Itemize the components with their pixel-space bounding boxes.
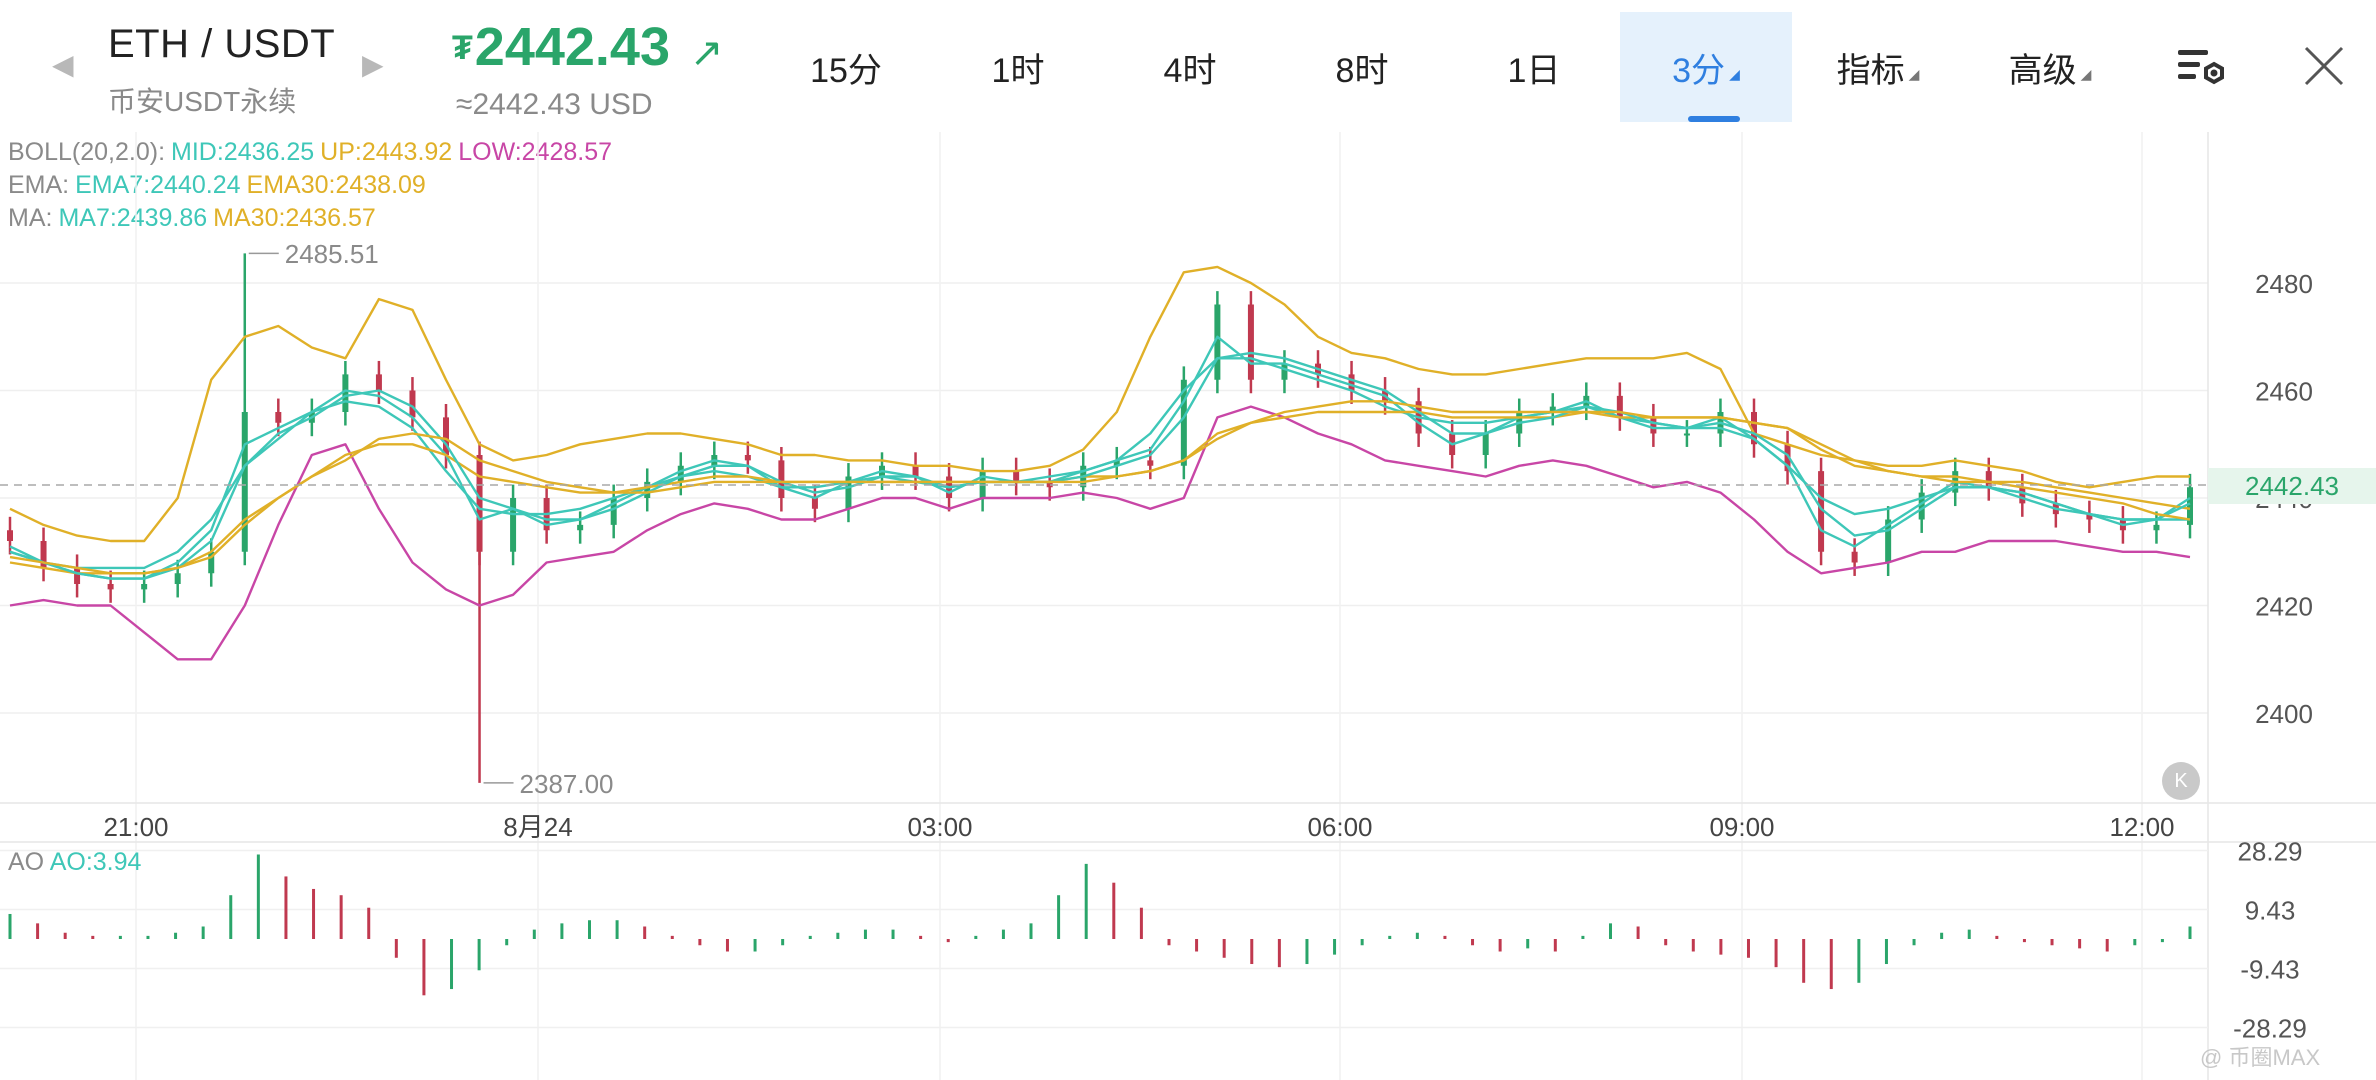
last-price: ₮2442.43 <box>452 16 670 78</box>
series-line-ma30 <box>9 400 2191 575</box>
candle-body <box>912 465 919 477</box>
market-name: 币安USDT永续 <box>108 86 297 117</box>
tab-label: 4时 <box>1163 51 1217 90</box>
y-tick-label: 2480 <box>2255 269 2313 299</box>
x-tick-label: 09:00 <box>1709 812 1774 842</box>
candle-body <box>107 584 114 590</box>
tab-label: 指标 <box>1836 51 1905 90</box>
candle-body <box>141 584 148 590</box>
candle-body <box>1348 374 1355 391</box>
price-usd: ≈2442.43 USD <box>456 88 653 121</box>
candle-body <box>1247 304 1254 380</box>
ao-title: AO <box>8 848 45 876</box>
candle-body <box>1013 471 1020 482</box>
usdt-symbol: ₮ <box>452 29 473 67</box>
series-line-ema30 <box>9 410 2191 575</box>
ao-tick-label: 28.29 <box>2237 837 2302 867</box>
x-tick-label: 12:00 <box>2109 812 2174 842</box>
candle-body <box>1147 460 1154 466</box>
candle-body <box>778 460 785 498</box>
candle-body <box>375 374 382 391</box>
price-chart[interactable]: 2480246024402420240021:008月2403:0006:000… <box>0 132 2376 1080</box>
pair-title[interactable]: ETH / USDT <box>108 22 335 67</box>
candle-body <box>1851 551 1858 563</box>
series-line-low <box>9 405 2191 661</box>
x-tick-label: 8月24 <box>503 812 572 842</box>
y-tick-label: 2420 <box>2255 592 2313 622</box>
candle-body <box>409 390 416 418</box>
tab-label: 1时 <box>991 51 1045 90</box>
dropdown-triangle-icon: ◢ <box>1729 65 1740 82</box>
ao-value: AO:3.94 <box>49 848 142 876</box>
x-tick-label: 03:00 <box>907 812 972 842</box>
chart-settings-icon[interactable] <box>2176 44 2228 92</box>
chevron-left-icon[interactable]: ◀ <box>52 48 74 81</box>
ao-tick-label: 9.43 <box>2245 896 2296 926</box>
low-label: 2387.00 <box>519 768 614 799</box>
tab-label: 15分 <box>810 51 882 90</box>
y-tick-label: 2400 <box>2255 699 2313 729</box>
tab-label: 3分 <box>1672 51 1726 90</box>
candle-body <box>2153 524 2160 531</box>
tab-label: 高级 <box>2008 51 2077 90</box>
candle-body <box>7 530 13 541</box>
tab-interval-3[interactable]: 8时 <box>1276 12 1448 122</box>
chevron-right-icon[interactable]: ▶ <box>362 48 384 81</box>
tab-interval-1[interactable]: 1时 <box>932 12 1104 122</box>
tab-label: 8时 <box>1335 51 1389 90</box>
candle-body <box>811 498 818 509</box>
close-icon[interactable] <box>2302 44 2346 88</box>
arrow-up-right-icon: ↗ <box>690 31 724 75</box>
current-price-tag: 2442.43 <box>2208 468 2376 504</box>
tab-interval-6[interactable]: 指标 ◢ <box>1792 12 1964 122</box>
candle-body <box>275 412 282 423</box>
tab-interval-2[interactable]: 4时 <box>1104 12 1276 122</box>
x-tick-label: 21:00 <box>103 812 168 842</box>
candle-body <box>577 524 584 531</box>
candle-body <box>74 567 81 584</box>
tab-interval-4[interactable]: 1日 <box>1448 12 1620 122</box>
last-price-value: 2442.43 <box>474 17 670 77</box>
candle-body <box>1650 417 1657 434</box>
ao-tick-label: -28.29 <box>2233 1014 2307 1044</box>
tab-interval-5[interactable]: 3分 ◢ <box>1620 12 1792 122</box>
series-line-ema7 <box>9 335 2191 580</box>
candle-body <box>510 498 517 552</box>
candle-body <box>677 465 684 482</box>
watermark: @ 币圈MAX <box>2200 1045 2321 1070</box>
tab-label: 1日 <box>1507 51 1561 90</box>
candle-body <box>744 455 751 461</box>
candle-body <box>1482 433 1489 455</box>
interval-tabs: 15分 1时 4时 8时 1日 3分 ◢ 指标 ◢ 高级 ◢ <box>760 12 2136 122</box>
ao-legend: AO AO:3.94 <box>8 848 141 877</box>
dropdown-triangle-icon: ◢ <box>2080 65 2092 82</box>
candle-body <box>1281 363 1288 380</box>
tab-interval-0[interactable]: 15分 <box>760 12 932 122</box>
y-tick-label: 2460 <box>2255 377 2313 407</box>
dropdown-triangle-icon: ◢ <box>1908 65 1920 82</box>
candle-body <box>2019 487 2026 504</box>
tab-interval-7[interactable]: 高级 ◢ <box>1964 12 2136 122</box>
candle-body <box>174 573 181 584</box>
candle-body <box>1683 433 1690 436</box>
back-to-latest-icon[interactable]: K <box>2162 762 2200 800</box>
high-label: 2485.51 <box>284 239 379 270</box>
candle-body <box>1616 395 1623 418</box>
top-toolbar: ◀ ETH / USDT 币安USDT永续 ▶ ₮2442.43 ↗ ≈2442… <box>0 0 2376 132</box>
ao-tick-label: -9.43 <box>2240 955 2299 985</box>
x-tick-label: 06:00 <box>1307 812 1372 842</box>
